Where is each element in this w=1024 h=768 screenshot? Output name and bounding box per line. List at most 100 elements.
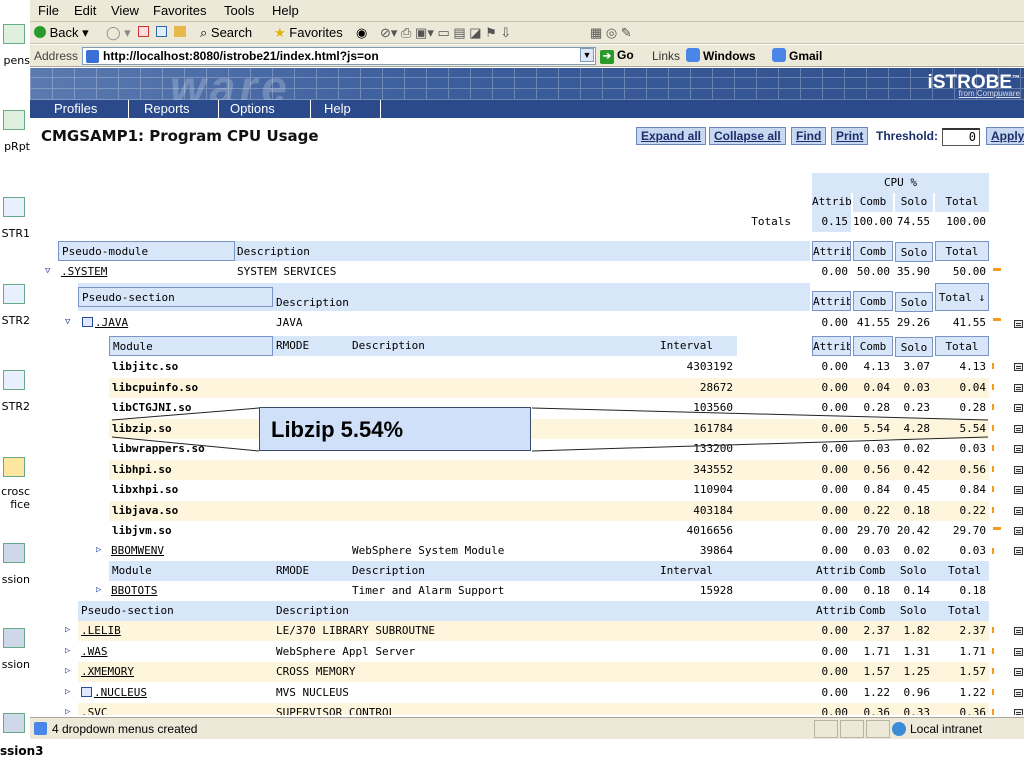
report-icon[interactable] [1014,547,1023,555]
nav-help[interactable]: Help [320,101,355,116]
usage-indicator [992,466,994,472]
col-total-header: Total [935,192,989,212]
module-name[interactable]: libjitc.so [112,357,272,377]
print-button[interactable]: Print [831,127,869,145]
module-bbotots[interactable]: BBOTOTS [111,581,271,601]
pseudo-section-name[interactable]: .SVC [81,703,271,715]
spreadsheet-icon [3,24,25,44]
module-name[interactable]: libjava.so [112,501,272,521]
forward-button[interactable]: ◯ ▾ [106,25,131,41]
report-icon[interactable] [1014,689,1023,697]
report-icon[interactable] [1014,486,1023,494]
report-icon[interactable] [1014,404,1023,412]
expand-triangle-icon[interactable]: ▷ [65,625,70,635]
report-icon[interactable] [1014,527,1023,535]
pseudo-section-java[interactable]: .JAVA [82,313,272,333]
url-dropdown-button[interactable]: ▼ [580,48,594,62]
cpu-percent-header: CPU % [812,173,989,193]
pseudo-section-name[interactable]: .LELIB [81,621,271,641]
go-arrow-icon: ➔ [600,50,614,64]
collapse-triangle-icon[interactable]: ▽ [45,266,50,276]
pseudo-section-name[interactable]: .NUCLEUS [81,683,271,703]
module-solo: 0.23 [903,401,931,414]
report-icon[interactable] [1014,627,1023,635]
nav-reports[interactable]: Reports [140,101,194,116]
report-icon[interactable] [1014,507,1023,515]
pseudo-section-name[interactable]: .XMEMORY [81,662,271,682]
report-icon[interactable] [1014,466,1023,474]
expand-triangle-icon[interactable]: ▷ [65,707,70,715]
module-name[interactable]: libhpi.so [112,460,272,480]
home-icon[interactable] [174,25,186,40]
expand-triangle-icon[interactable]: ▷ [65,646,70,656]
menu-help[interactable]: Help [272,3,299,18]
module-total: 0.04 [959,381,987,394]
status-bar: 4 dropdown menus created Local intranet [30,717,1024,739]
menu-view[interactable]: View [111,3,139,18]
banner-watermark: ware [170,68,291,100]
report-icon[interactable] [1014,445,1023,453]
menu-file[interactable]: File [38,3,59,18]
pseudo-module-system[interactable]: .SYSTEM [61,262,231,282]
find-button[interactable]: Find [791,127,827,145]
report-icon[interactable] [1014,668,1023,676]
usage-indicator [992,689,994,695]
pseudo-section-name[interactable]: .WAS [81,642,271,662]
toolbar-extra-icons-2[interactable]: ▦ ◎ ✎ [590,25,632,41]
report-icon[interactable] [1014,320,1023,328]
usage-indicator [992,425,994,431]
media-icon[interactable]: ◉ [356,25,367,41]
link-gmail[interactable]: Gmail [772,48,822,63]
module-bbomwenv[interactable]: BBOMWENV [111,541,271,561]
module-name[interactable]: libzip.so [112,419,272,439]
threshold-input[interactable]: 0 [942,128,980,146]
report-icon[interactable] [1014,648,1023,656]
back-button[interactable]: Back ▾ [34,25,89,41]
col-total-sorted-header[interactable]: Total ↓ [935,283,989,311]
links-label[interactable]: Links [652,49,680,63]
refresh-icon[interactable] [156,25,167,40]
menu-edit[interactable]: Edit [74,3,96,18]
module-name[interactable]: libwrappers.so [112,439,272,459]
report-icon[interactable] [1014,363,1023,371]
expand-all-button[interactable]: Expand all [636,127,707,145]
address-bar: Address http://localhost:8080/istrobe21/… [30,45,1024,67]
nav-options[interactable]: Options [226,101,279,116]
interval-header: Interval [660,339,713,352]
search-button[interactable]: ⌕ Search [200,25,252,41]
favorites-button[interactable]: ★ Favorites [274,25,343,41]
expand-triangle-icon[interactable]: ▷ [96,545,101,555]
go-button[interactable]: ➔ Go [600,48,634,64]
menu-favorites[interactable]: Favorites [153,3,206,18]
toolbar-extra-icons[interactable]: ⊘▾ ⎙ ▣▾ ▭ ▤ ◪ ⚑ ⇩ [380,25,511,41]
report-icon[interactable] [1014,384,1023,392]
module-interval: 28672 [699,381,733,394]
expand-triangle-icon[interactable]: ▷ [65,687,70,697]
apply-button[interactable]: Apply [986,127,1024,145]
menu-tools[interactable]: Tools [224,3,254,18]
shortcut-icon [3,370,25,390]
stop-icon[interactable] [138,25,149,40]
usage-indicator [992,709,994,715]
collapse-triangle-icon[interactable]: ▽ [65,317,70,327]
expand-triangle-icon[interactable]: ▷ [65,666,70,676]
module-name[interactable]: libxhpi.so [112,480,272,500]
search-icon: ⌕ [200,25,208,40]
module-name[interactable]: libCTGJNI.so [112,398,272,418]
module-comb: 0.22 [863,504,891,517]
module-name[interactable]: libcpuinfo.so [112,378,272,398]
nav-profiles[interactable]: Profiles [50,101,101,116]
url-input[interactable]: http://localhost:8080/istrobe21/index.ht… [82,47,596,65]
report-icon[interactable] [1014,709,1023,715]
usage-indicator [992,668,994,674]
page-icon [86,50,99,63]
collapse-all-button[interactable]: Collapse all [709,127,786,145]
status-text: 4 dropdown menus created [52,722,198,736]
module-attrib: 0.00 [821,381,849,394]
expand-triangle-icon[interactable]: ▷ [96,585,101,595]
link-windows[interactable]: Windows [686,48,756,63]
module-solo: 4.28 [903,422,931,435]
module-name[interactable]: libjvm.so [112,521,272,541]
libzip-callout: Libzip 5.54% [259,407,531,451]
report-icon[interactable] [1014,425,1023,433]
